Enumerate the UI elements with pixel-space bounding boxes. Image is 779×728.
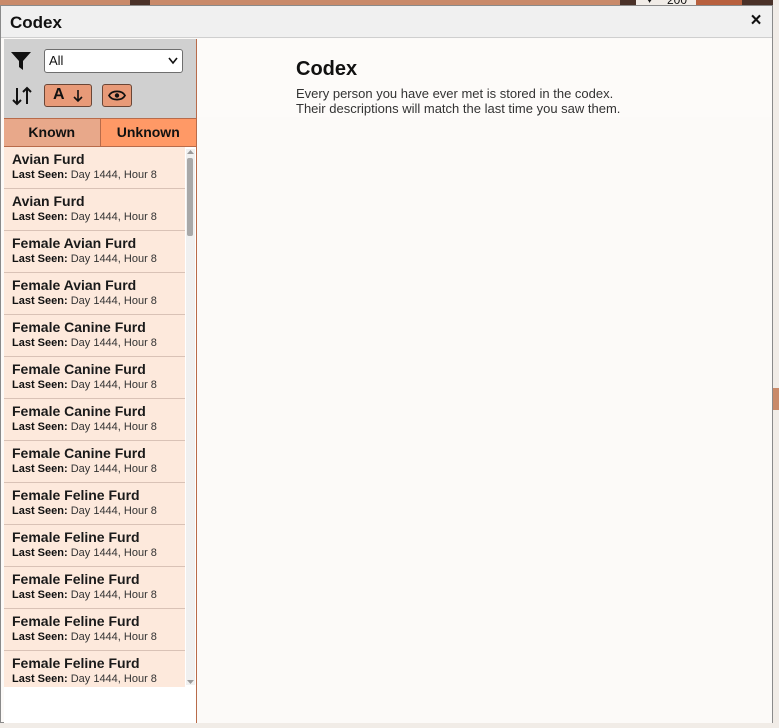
chevron-down-icon bbox=[168, 57, 178, 65]
list-item-name: Female Feline Furd bbox=[12, 487, 140, 503]
last-seen-label: Last Seen: bbox=[12, 295, 68, 307]
last-seen-label: Last Seen: bbox=[12, 211, 68, 223]
list-item[interactable]: Avian Furd Last Seen: Day 1444, Hour 8 bbox=[4, 189, 185, 231]
list-item-name: Avian Furd bbox=[12, 193, 85, 209]
list-item-name: Female Canine Furd bbox=[12, 361, 146, 377]
scroll-up-icon[interactable] bbox=[187, 149, 194, 155]
last-seen-label: Last Seen: bbox=[12, 631, 68, 643]
list-item[interactable]: Female Canine Furd Last Seen: Day 1444, H… bbox=[4, 399, 185, 441]
detail-header: Codex Every person you have ever met is … bbox=[197, 39, 772, 117]
last-seen-value: Day 1444, Hour 8 bbox=[70, 295, 157, 307]
list-item-name: Female Avian Furd bbox=[12, 235, 137, 251]
window-title: Codex bbox=[10, 13, 62, 32]
detail-description: Every person you have ever met is stored… bbox=[296, 86, 620, 116]
arrow-down-icon bbox=[73, 90, 83, 103]
list-item-last-seen: Last Seen: Day 1444, Hour 8 bbox=[12, 463, 157, 475]
last-seen-label: Last Seen: bbox=[12, 547, 68, 559]
codex-list: Avian Furd Last Seen: Day 1444, Hour 8 Avi… bbox=[4, 147, 185, 687]
visibility-toggle-button[interactable] bbox=[102, 84, 132, 107]
last-seen-value: Day 1444, Hour 8 bbox=[70, 631, 157, 643]
list-item-name: Female Canine Furd bbox=[12, 403, 146, 419]
scroll-thumb[interactable] bbox=[187, 158, 193, 236]
tab-unknown[interactable]: Unknown bbox=[100, 119, 196, 146]
list-item-last-seen: Last Seen: Day 1444, Hour 8 bbox=[12, 547, 157, 559]
list-item-name: Female Feline Furd bbox=[12, 571, 140, 587]
list-item-last-seen: Last Seen: Day 1444, Hour 8 bbox=[12, 211, 157, 223]
list-item-last-seen: Last Seen: Day 1444, Hour 8 bbox=[12, 169, 157, 181]
filter-select[interactable]: All bbox=[44, 49, 183, 73]
list-item-name: Female Canine Furd bbox=[12, 445, 146, 461]
list-item[interactable]: Female Avian Furd Last Seen: Day 1444, Ho… bbox=[4, 231, 185, 273]
last-seen-label: Last Seen: bbox=[12, 421, 68, 433]
last-seen-label: Last Seen: bbox=[12, 505, 68, 517]
detail-description-line-1: Every person you have ever met is stored… bbox=[296, 86, 614, 101]
sort-label: A bbox=[53, 86, 65, 103]
list-item-name: Female Canine Furd bbox=[12, 319, 146, 335]
list-item-last-seen: Last Seen: Day 1444, Hour 8 bbox=[12, 505, 157, 517]
last-seen-value: Day 1444, Hour 8 bbox=[70, 463, 157, 475]
scroll-down-icon[interactable] bbox=[187, 679, 194, 685]
list-scrollbar[interactable] bbox=[186, 149, 195, 685]
eye-icon bbox=[108, 90, 126, 101]
list-item-name: Female Feline Furd bbox=[12, 613, 140, 629]
list-item-name: Avian Furd bbox=[12, 151, 85, 167]
list-controls: All A bbox=[4, 39, 196, 118]
list-item-last-seen: Last Seen: Day 1444, Hour 8 bbox=[12, 421, 157, 433]
list-item-name: Female Feline Furd bbox=[12, 529, 140, 545]
last-seen-value: Day 1444, Hour 8 bbox=[70, 337, 157, 349]
list-item[interactable]: Female Canine Furd Last Seen: Day 1444, H… bbox=[4, 315, 185, 357]
list-item[interactable]: Female Feline Furd Last Seen: Day 1444, H… bbox=[4, 609, 185, 651]
list-item-last-seen: Last Seen: Day 1444, Hour 8 bbox=[12, 379, 157, 391]
list-item[interactable]: Female Feline Furd Last Seen: Day 1444, H… bbox=[4, 525, 185, 567]
sidebar: All A Known Unknown Avian Furd Last Seen… bbox=[4, 39, 197, 723]
list-item-last-seen: Last Seen: Day 1444, Hour 8 bbox=[12, 673, 157, 685]
codex-detail-panel: Codex Every person you have ever met is … bbox=[197, 39, 772, 723]
title-bar: Codex × bbox=[1, 6, 772, 38]
last-seen-value: Day 1444, Hour 8 bbox=[70, 379, 157, 391]
filter-selected-value: All bbox=[49, 53, 64, 68]
list-item-last-seen: Last Seen: Day 1444, Hour 8 bbox=[12, 337, 157, 349]
detail-title: Codex bbox=[296, 58, 358, 80]
list-item[interactable]: Female Avian Furd Last Seen: Day 1444, Ho… bbox=[4, 273, 185, 315]
last-seen-value: Day 1444, Hour 8 bbox=[70, 211, 157, 223]
list-item[interactable]: Avian Furd Last Seen: Day 1444, Hour 8 bbox=[4, 147, 185, 189]
list-item[interactable]: Female Canine Furd Last Seen: Day 1444, H… bbox=[4, 357, 185, 399]
last-seen-value: Day 1444, Hour 8 bbox=[70, 421, 157, 433]
detail-description-line-2: Their descriptions will match the last t… bbox=[296, 101, 621, 116]
list-item-name: Female Avian Furd bbox=[12, 277, 137, 293]
last-seen-value: Day 1444, Hour 8 bbox=[70, 169, 157, 181]
list-item[interactable]: Female Canine Furd Last Seen: Day 1444, H… bbox=[4, 441, 185, 483]
list-item-last-seen: Last Seen: Day 1444, Hour 8 bbox=[12, 253, 157, 265]
last-seen-value: Day 1444, Hour 8 bbox=[70, 547, 157, 559]
last-seen-label: Last Seen: bbox=[12, 253, 68, 265]
list-item[interactable]: Female Feline Furd Last Seen: Day 1444, H… bbox=[4, 651, 185, 687]
last-seen-label: Last Seen: bbox=[12, 673, 68, 685]
last-seen-label: Last Seen: bbox=[12, 589, 68, 601]
list-item[interactable]: Female Feline Furd Last Seen: Day 1444, H… bbox=[4, 483, 185, 525]
list-item-last-seen: Last Seen: Day 1444, Hour 8 bbox=[12, 295, 157, 307]
last-seen-label: Last Seen: bbox=[12, 169, 68, 181]
tab-bar: Known Unknown bbox=[4, 118, 196, 147]
list-item-name: Female Feline Furd bbox=[12, 655, 140, 671]
last-seen-value: Day 1444, Hour 8 bbox=[70, 589, 157, 601]
close-icon[interactable]: × bbox=[746, 10, 766, 32]
codex-window: Codex × All A Known Unknown Avian Furd L… bbox=[0, 5, 773, 723]
list-item-last-seen: Last Seen: Day 1444, Hour 8 bbox=[12, 589, 157, 601]
filter-icon bbox=[11, 52, 31, 70]
list-item[interactable]: Female Feline Furd Last Seen: Day 1444, H… bbox=[4, 567, 185, 609]
sort-icon[interactable] bbox=[11, 86, 33, 106]
last-seen-value: Day 1444, Hour 8 bbox=[70, 673, 157, 685]
last-seen-label: Last Seen: bbox=[12, 379, 68, 391]
tab-known[interactable]: Known bbox=[4, 119, 101, 146]
sort-alpha-button[interactable]: A bbox=[44, 84, 92, 107]
list-item-last-seen: Last Seen: Day 1444, Hour 8 bbox=[12, 631, 157, 643]
last-seen-label: Last Seen: bbox=[12, 337, 68, 349]
last-seen-value: Day 1444, Hour 8 bbox=[70, 505, 157, 517]
last-seen-value: Day 1444, Hour 8 bbox=[70, 253, 157, 265]
last-seen-label: Last Seen: bbox=[12, 463, 68, 475]
